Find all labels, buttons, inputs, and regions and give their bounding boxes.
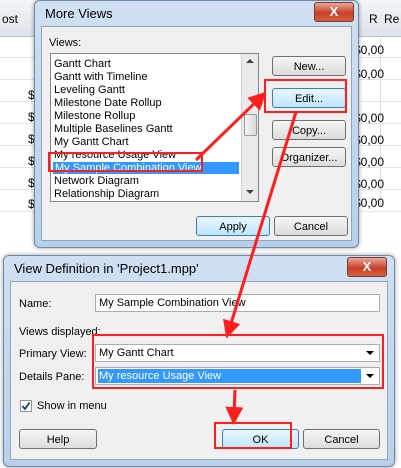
name-field[interactable]: My Sample Combination View bbox=[95, 294, 380, 312]
apply-button[interactable]: Apply bbox=[196, 216, 270, 236]
view-definition-dialog: View Definition in 'Project1.mpp' X Name… bbox=[3, 255, 395, 467]
help-button[interactable]: Help bbox=[19, 429, 97, 449]
list-item-selected[interactable]: My Sample Combination View bbox=[53, 162, 239, 174]
primary-view-label: Primary View: bbox=[19, 348, 87, 360]
list-item[interactable]: Milestone Date Rollup bbox=[54, 97, 162, 109]
list-item[interactable]: My Gantt Chart bbox=[54, 136, 129, 148]
views-scrollbar[interactable] bbox=[241, 54, 258, 201]
edit-button[interactable]: Edit... bbox=[272, 88, 346, 108]
scroll-thumb[interactable] bbox=[244, 114, 257, 136]
chevron-down-icon[interactable] bbox=[363, 369, 377, 383]
more-views-title: More Views bbox=[45, 6, 113, 21]
details-pane-select[interactable]: My resource Usage View bbox=[95, 367, 380, 385]
details-pane-label: Details Pane: bbox=[19, 371, 85, 383]
col-header-re: Re bbox=[384, 12, 400, 26]
ok-button[interactable]: OK bbox=[222, 429, 299, 449]
show-in-menu-checkbox[interactable] bbox=[20, 400, 32, 412]
view-definition-cancel-button[interactable]: Cancel bbox=[303, 429, 380, 449]
scroll-down-icon[interactable] bbox=[246, 190, 254, 194]
col-header-cost: ost bbox=[2, 12, 19, 26]
more-views-client: Views: Gantt Chart Gantt with Timeline L… bbox=[41, 26, 352, 241]
views-displayed-label: Views displayed: bbox=[19, 326, 101, 338]
list-item[interactable]: Milestone Rollup bbox=[54, 110, 135, 122]
list-item[interactable]: Network Diagram bbox=[54, 175, 139, 187]
view-definition-client: Name: My Sample Combination View Views d… bbox=[10, 281, 388, 460]
primary-view-select[interactable]: My Gantt Chart bbox=[95, 344, 380, 362]
list-item[interactable]: Gantt with Timeline bbox=[54, 71, 148, 83]
view-definition-close-button[interactable]: X bbox=[347, 257, 387, 277]
views-listbox[interactable]: Gantt Chart Gantt with Timeline Leveling… bbox=[50, 53, 259, 202]
list-item[interactable]: Leveling Gantt bbox=[54, 84, 125, 96]
primary-view-value: My Gantt Chart bbox=[99, 347, 174, 359]
list-item[interactable]: My resource Usage View bbox=[54, 149, 176, 161]
col-header-r: R bbox=[369, 12, 378, 26]
list-item[interactable]: Relationship Diagram bbox=[54, 188, 159, 200]
view-definition-title: View Definition in 'Project1.mpp' bbox=[14, 261, 199, 276]
organizer-button[interactable]: Organizer... bbox=[272, 147, 346, 167]
chevron-down-icon[interactable] bbox=[363, 346, 377, 360]
new-button[interactable]: New... bbox=[272, 56, 346, 76]
name-label: Name: bbox=[19, 298, 52, 310]
views-label: Views: bbox=[49, 37, 82, 49]
checkmark-icon bbox=[21, 401, 31, 411]
more-views-dialog: More Views X Views: Gantt Chart Gantt wi… bbox=[34, 0, 359, 248]
list-item[interactable]: Gantt Chart bbox=[54, 58, 111, 70]
more-views-close-button[interactable]: X bbox=[314, 2, 354, 22]
more-views-cancel-button[interactable]: Cancel bbox=[274, 216, 348, 236]
list-item[interactable]: Multiple Baselines Gantt bbox=[54, 123, 173, 135]
show-in-menu-label: Show in menu bbox=[37, 400, 107, 412]
details-pane-value: My resource Usage View bbox=[98, 369, 361, 383]
scroll-up-icon[interactable] bbox=[246, 59, 254, 63]
copy-button[interactable]: Copy... bbox=[272, 120, 346, 140]
